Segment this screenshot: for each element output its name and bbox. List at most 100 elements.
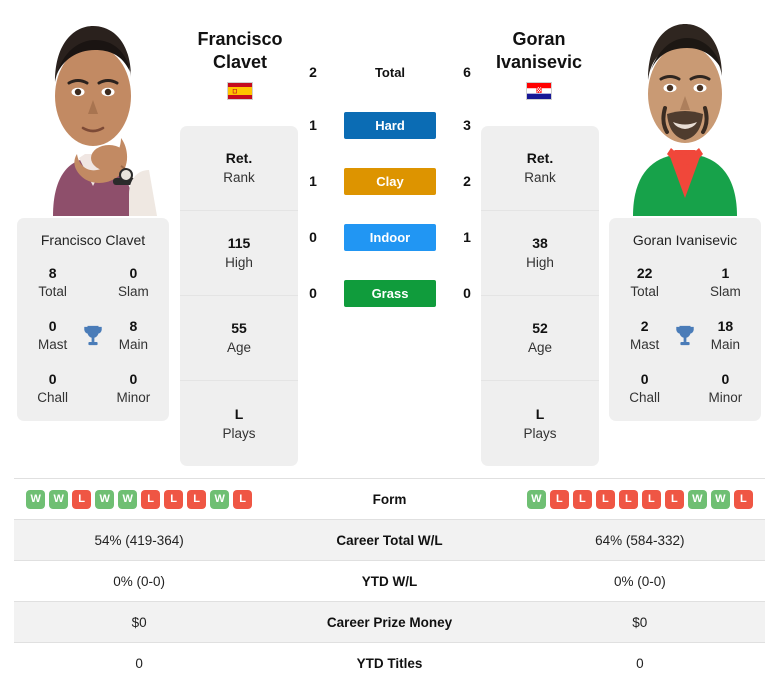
surface-pill-indoor[interactable]: Indoor [344,223,436,251]
surface-pill-clay[interactable]: Clay [344,167,436,195]
h2h-row-grass: 0 Grass 0 [300,279,480,307]
form-badge-win: W [526,489,546,509]
titles-row-mast-main: 0 Mast 8 Main [23,317,163,354]
form-badge-loss: L [572,489,592,509]
player-card-left: Francisco Clavet 8 Total 0 Slam 0 Mast 8… [17,8,169,422]
stat-label: Total [630,283,659,299]
form-badge-win: W [710,489,730,509]
stat-label: Chall [629,390,661,406]
stat-value: 0 [48,371,57,388]
stat-value: 0 [640,371,649,388]
surface-pill-grass[interactable]: Grass [344,279,436,307]
stat-mast-right: 2 Mast [621,317,668,354]
table-label-career-total-wl: Career Total W/L [336,532,443,548]
ytd-wl-right: 0% (0-0) [613,573,666,589]
form-badge-win: W [118,489,138,509]
form-badge-loss: L [618,489,638,509]
career-total-wl-right: 64% (584-332) [595,532,685,548]
flag-croatia-icon [464,82,614,101]
rank-label: Rank [223,170,255,186]
stat-label: Main [118,337,149,352]
trophy-icon [668,324,701,348]
player-headline-right: Goran Ivanisevic [464,28,614,101]
stat-chall-left: 0 Chall [29,370,76,407]
h2h-right-score: 3 [463,117,471,133]
form-badge-win: W [26,489,46,509]
player-titles-card-right: Goran Ivanisevic 22 Total 1 Slam 2 Mast … [609,218,761,422]
form-badge-loss: L [72,489,92,509]
career-prize-money-right: $0 [632,614,648,630]
stat-label: Total [38,283,67,299]
h2h-left-score: 0 [309,285,317,301]
stat-chall-right: 0 Chall [621,370,668,407]
stat-label: Chall [37,390,69,406]
rank-cell-high-left: 115 High [180,211,298,296]
stat-label: Slam [710,283,741,299]
rank-cell-plays-right: L Plays [481,381,599,466]
stat-label: Main [710,337,741,352]
player-titles-card-left: Francisco Clavet 8 Total 0 Slam 0 Mast 8… [17,218,169,422]
stat-value: 8 [48,265,57,281]
h2h-left-score: 1 [309,117,317,133]
form-badge-win: W [210,489,230,509]
stat-main-left: 8 Main [110,317,157,354]
titles-row-mast-main: 2 Mast 18 Main [615,317,755,354]
ytd-titles-left: 0 [135,655,143,671]
table-row-career-total-wl: 54% (419-364) Career Total W/L 64% (584-… [14,519,765,560]
h2h-right-score: 0 [463,285,471,301]
h2h-right-score: 1 [463,229,471,245]
rank-cell-age-left: 55 Age [180,296,298,381]
titles-row-total: 22 Total 1 Slam [615,264,755,301]
stat-minor-right: 0 Minor [702,370,749,407]
stat-value: 18 [717,318,734,335]
h2h-right-score: 2 [463,173,471,189]
table-label-form: Form [372,491,407,507]
form-badge-loss: L [664,489,684,509]
table-row-form: WWLWWLLLWL Form WLLLLLLWWL [14,478,765,519]
rank-label: Rank [524,170,556,186]
rank-cell-age-right: 52 Age [481,296,599,381]
form-badge-loss: L [141,489,161,509]
rank-value: 38 [532,235,548,252]
stat-label: Minor [116,390,151,406]
surface-pill-hard[interactable]: Hard [344,111,436,139]
rank-label: High [526,255,554,271]
h2h-left-score: 1 [309,173,317,189]
stat-label: Minor [708,390,743,406]
comparison-table: WWLWWLLLWL Form WLLLLLLWWL 54% (419-364)… [14,478,765,683]
player-lastname-right: Ivanisevic [495,52,583,73]
table-label-ytd-wl: YTD W/L [361,573,418,589]
rank-label: Plays [523,425,557,441]
rank-value: L [234,405,244,422]
h2h-row-hard: 1 Hard 3 [300,111,480,139]
flag-spain-icon [165,82,315,101]
player-name-right: Goran Ivanisevic [632,232,738,248]
rank-cell-rank-left: Ret. Rank [180,126,298,211]
rank-label: Age [226,340,252,356]
stat-total-left: 8 Total [29,264,76,301]
ytd-wl-left: 0% (0-0) [113,573,166,589]
stat-value: 0 [129,265,138,281]
stat-slam-left: 0 Slam [110,264,157,301]
table-row-ytd-wl: 0% (0-0) YTD W/L 0% (0-0) [14,560,765,601]
stat-value: 1 [721,265,730,281]
form-badge-loss: L [733,489,753,509]
player-rank-card-right: Ret. Rank 38 High 52 Age L Plays [481,126,599,466]
player-headline-left: Francisco Clavet [165,28,315,101]
rank-label: Age [527,340,553,356]
stat-value: 0 [48,318,57,335]
rank-value: 52 [532,320,548,337]
stat-total-right: 22 Total [621,264,668,301]
table-row-ytd-titles: 0 YTD Titles 0 [14,642,765,683]
rank-cell-high-right: 38 High [481,211,599,296]
form-badge-win: W [687,489,707,509]
rank-value: 115 [227,235,251,252]
form-badge-win: W [49,489,69,509]
form-badge-loss: L [641,489,661,509]
form-left: WWLWWLLLWL [14,489,264,509]
h2h-label: Total [374,64,406,80]
stat-main-right: 18 Main [702,317,749,354]
h2h-row-clay: 1 Clay 2 [300,167,480,195]
career-total-wl-left: 54% (419-364) [94,532,184,548]
rank-label: Plays [222,425,256,441]
